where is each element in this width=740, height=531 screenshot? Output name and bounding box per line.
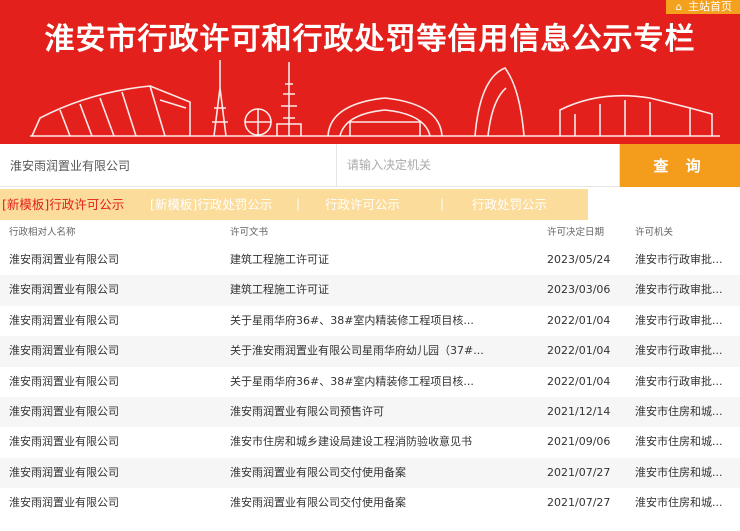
table-row[interactable]: 淮安雨润置业有限公司 关于星雨华府36#、38#室内精装修工程项目核... 20… (0, 367, 740, 397)
party-name: 淮安雨润置业有限公司 (9, 374, 119, 388)
authority-name: 淮安市行政审批... (635, 374, 723, 388)
tab-penalty[interactable]: 行政处罚公示 (472, 189, 547, 220)
authority-name: 淮安市住房和城... (635, 404, 723, 418)
decision-date: 2021/07/27 (547, 465, 611, 479)
table-row[interactable]: 淮安雨润置业有限公司 建筑工程施工许可证 2023/05/24 淮安市行政审批.… (0, 245, 740, 275)
results-table: 淮安雨润置业有限公司 建筑工程施工许可证 2023/05/24 淮安市行政审批.… (0, 245, 740, 519)
table-row[interactable]: 淮安雨润置业有限公司 关于星雨华府36#、38#室内精装修工程项目核... 20… (0, 306, 740, 336)
tab-bar: [新模板]行政许可公示 [新模板]行政处罚公示 | 行政许可公示 | 行政处罚公… (0, 188, 740, 220)
authority-name: 淮安市行政审批... (635, 344, 723, 358)
city-skyline-illustration (30, 60, 720, 137)
party-name: 淮安雨润置业有限公司 (9, 313, 119, 327)
party-name: 淮安雨润置业有限公司 (9, 435, 119, 449)
party-name: 淮安雨润置业有限公司 (9, 465, 119, 479)
document-name[interactable]: 关于星雨华府36#、38#室内精装修工程项目核... (230, 306, 530, 336)
decision-date: 2023/03/06 (547, 283, 611, 297)
table-row[interactable]: 淮安雨润置业有限公司 建筑工程施工许可证 2023/03/06 淮安市行政审批.… (0, 275, 740, 306)
tab-new-penalty[interactable]: [新模板]行政处罚公示 (150, 189, 272, 220)
party-name: 淮安雨润置业有限公司 (9, 283, 119, 297)
authority-name: 淮安市行政审批... (635, 253, 723, 266)
document-name[interactable]: 淮安雨润置业有限公司交付使用备案 (230, 458, 530, 488)
decision-date: 2022/01/04 (547, 344, 611, 358)
home-icon: ⌂ (675, 2, 682, 13)
document-name[interactable]: 淮安市住房和城乡建设局建设工程消防验收意见书 (230, 427, 530, 457)
document-name[interactable]: 淮安雨润置业有限公司预售许可 (230, 397, 530, 427)
document-name[interactable]: 建筑工程施工许可证 (230, 245, 530, 275)
party-name: 淮安雨润置业有限公司 (9, 404, 119, 418)
authority-name: 淮安市行政审批... (635, 313, 723, 327)
party-name: 淮安雨润置业有限公司 (9, 253, 119, 266)
column-header-date: 许可决定日期 (547, 227, 605, 238)
table-row[interactable]: 淮安雨润置业有限公司 淮安雨润置业有限公司交付使用备案 2021/07/27 淮… (0, 488, 740, 518)
decision-date: 2022/01/04 (547, 374, 611, 388)
decision-date: 2021/07/27 (547, 496, 611, 510)
table-row[interactable]: 淮安雨润置业有限公司 淮安雨润置业有限公司交付使用备案 2021/07/27 淮… (0, 457, 740, 489)
column-header-authority: 许可机关 (635, 227, 674, 238)
authority-name: 淮安市住房和城... (635, 465, 723, 479)
authority-name: 淮安市行政审批... (635, 283, 723, 297)
document-name[interactable]: 关于星雨华府36#、38#室内精装修工程项目核... (230, 367, 530, 397)
party-name: 淮安雨润置业有限公司 (9, 344, 119, 358)
authority-input[interactable] (337, 144, 620, 187)
search-button[interactable]: 查 询 (620, 144, 740, 187)
table-row[interactable]: 淮安雨润置业有限公司 关于淮安雨润置业有限公司星雨华府幼儿园（37#... 20… (0, 336, 740, 367)
decision-date: 2023/05/24 (547, 253, 611, 266)
decision-date: 2022/01/04 (547, 313, 611, 327)
table-header: 行政相对人名称 许可文书 许可决定日期 许可机关 (0, 222, 740, 244)
decision-date: 2021/09/06 (547, 435, 611, 449)
authority-name: 淮安市住房和城... (635, 435, 723, 449)
header-banner: ⌂ 主站首页 淮安市行政许可和行政处罚等信用信息公示专栏 (0, 0, 740, 144)
table-row[interactable]: 淮安雨润置业有限公司 淮安市住房和城乡建设局建设工程消防验收意见书 2021/0… (0, 427, 740, 457)
column-header-party: 行政相对人名称 (9, 227, 76, 238)
table-row[interactable]: 淮安雨润置业有限公司 淮安雨润置业有限公司预售许可 2021/12/14 淮安市… (0, 396, 740, 428)
tab-separator: | (440, 197, 445, 211)
search-bar: 查 询 (0, 144, 740, 187)
document-name[interactable]: 关于淮安雨润置业有限公司星雨华府幼儿园（37#... (230, 336, 530, 366)
decision-date: 2021/12/14 (547, 404, 611, 418)
tab-license[interactable]: 行政许可公示 (325, 189, 400, 220)
company-name-input[interactable] (0, 144, 337, 187)
authority-name: 淮安市住房和城... (635, 496, 723, 510)
home-link-label: 主站首页 (688, 0, 732, 13)
column-header-document: 许可文书 (230, 227, 269, 238)
document-name[interactable]: 建筑工程施工许可证 (230, 275, 530, 305)
party-name: 淮安雨润置业有限公司 (9, 496, 119, 510)
document-name[interactable]: 淮安雨润置业有限公司交付使用备案 (230, 488, 530, 518)
tab-separator: | (296, 197, 301, 211)
home-link[interactable]: ⌂ 主站首页 (665, 0, 740, 14)
tab-new-license[interactable]: [新模板]行政许可公示 (2, 189, 124, 220)
